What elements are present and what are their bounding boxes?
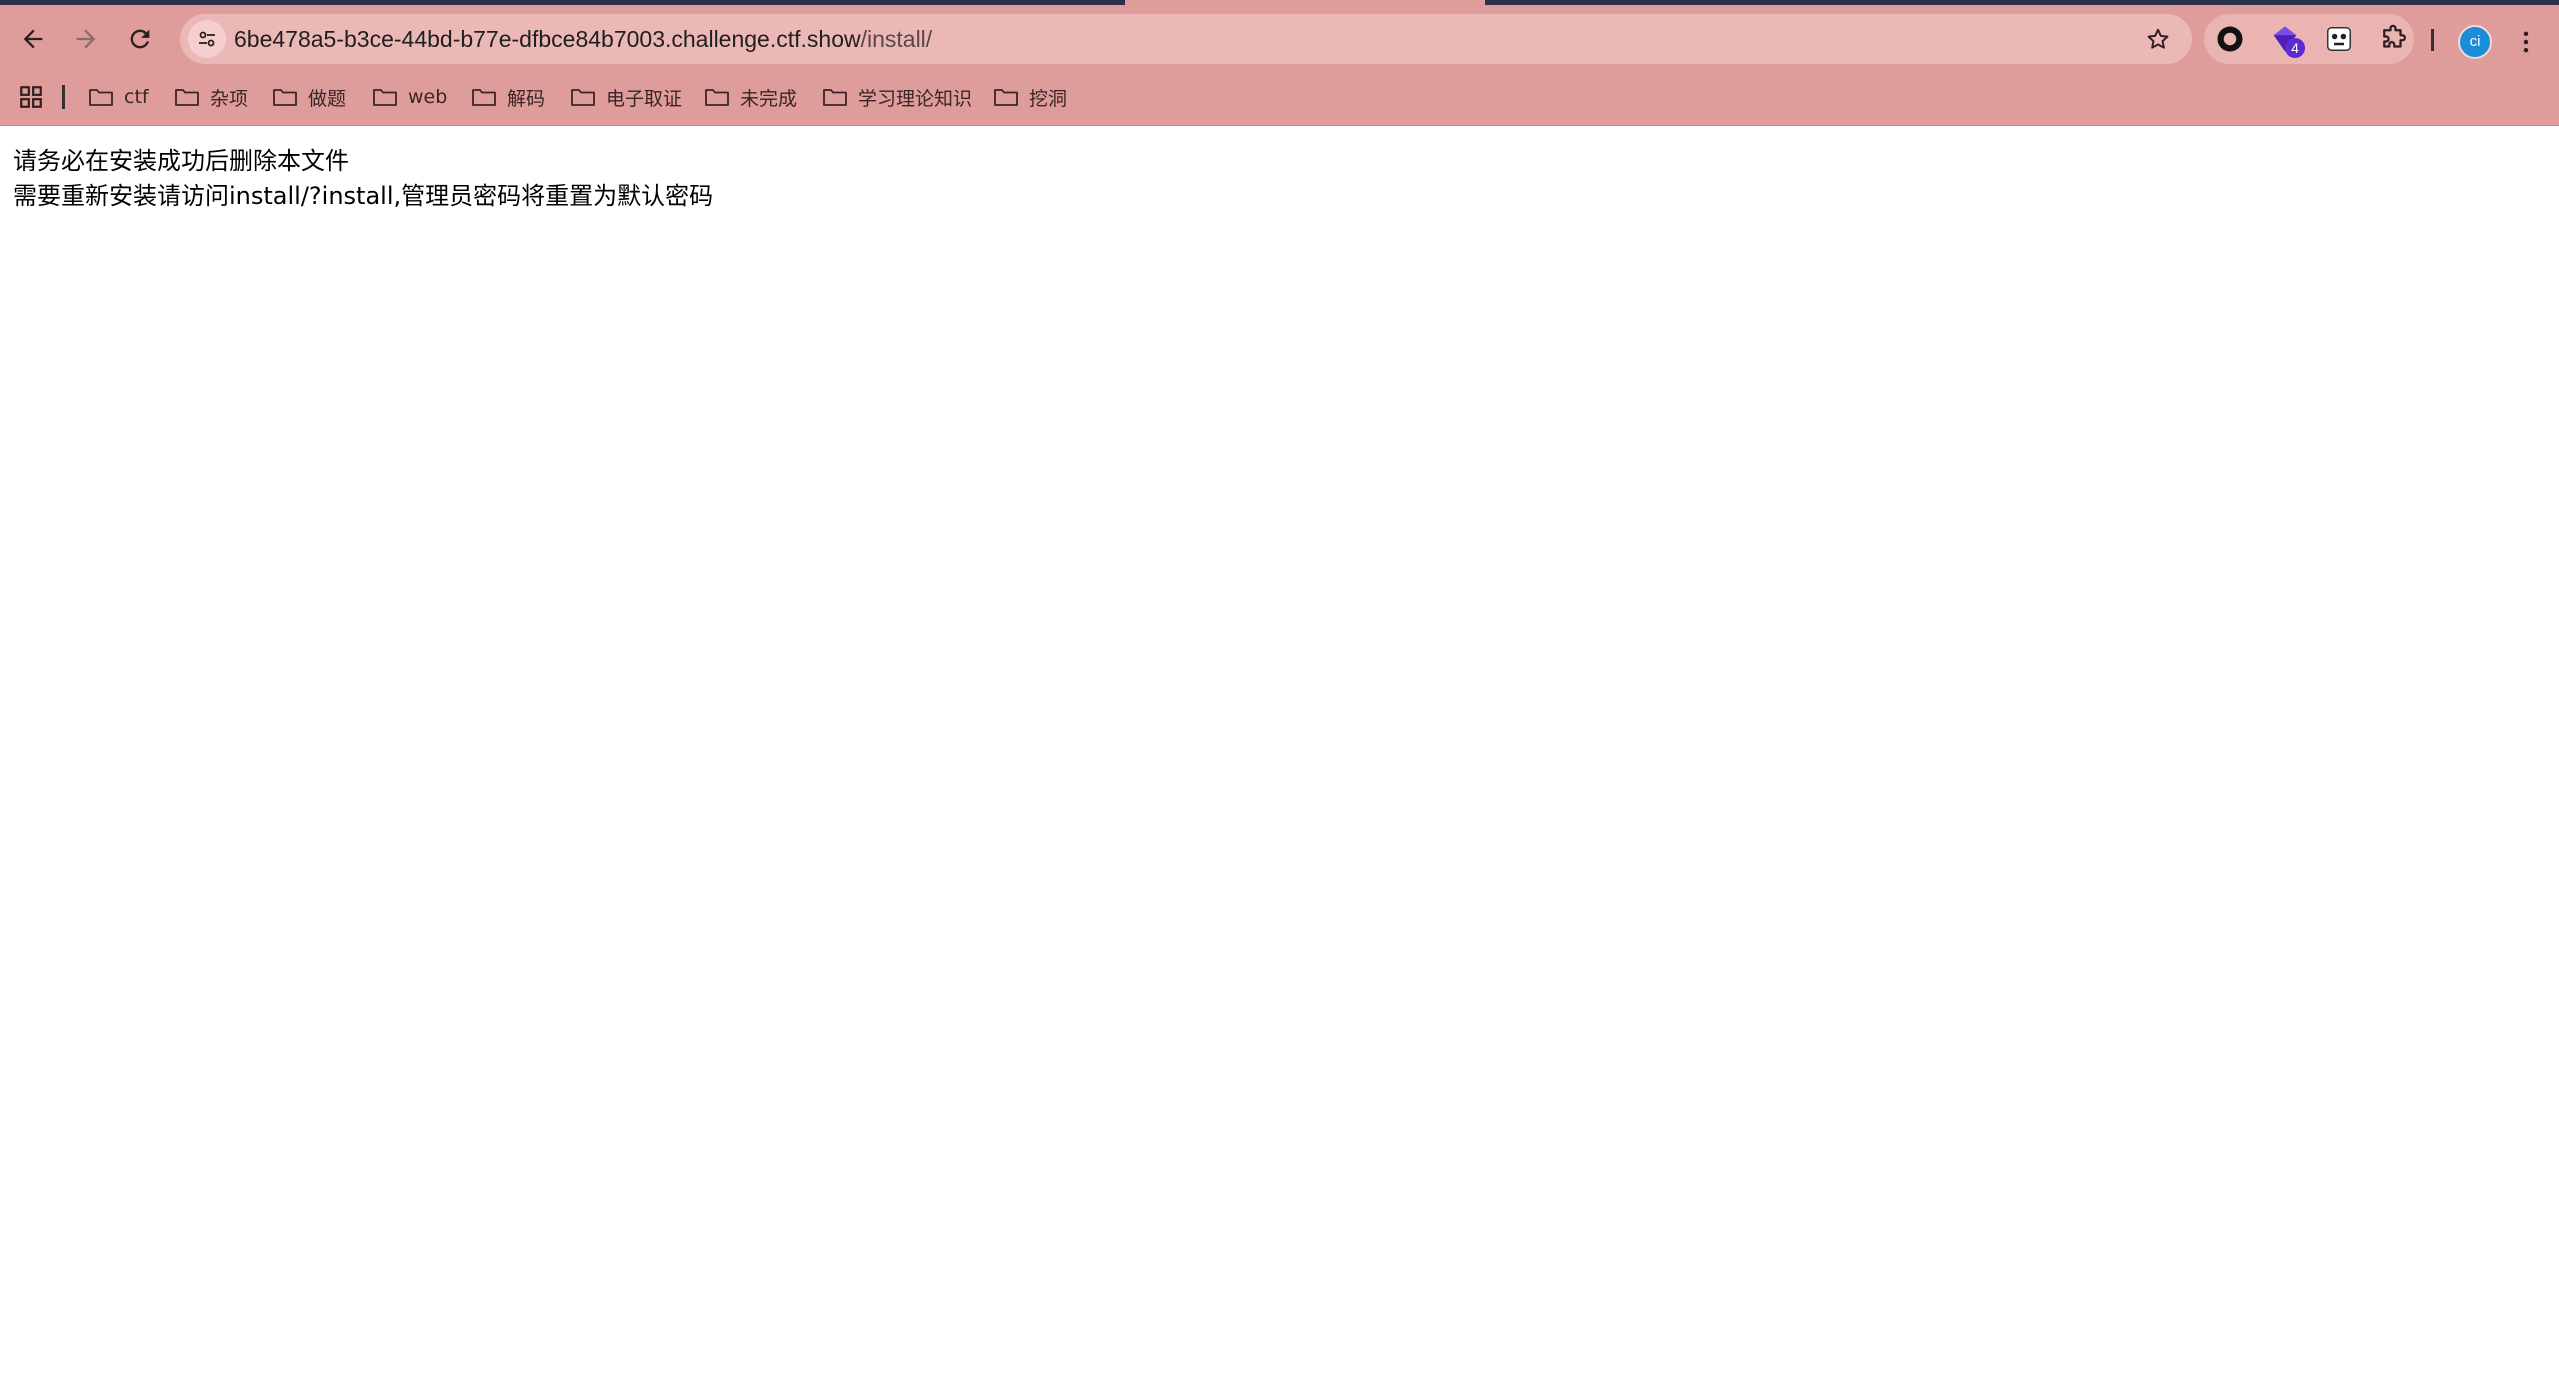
- apps-grid-icon: [20, 86, 42, 108]
- puzzle-icon: [2383, 24, 2406, 48]
- arrow-left-icon: [23, 29, 43, 49]
- bookmark-star-button[interactable]: [2142, 23, 2174, 55]
- browser-chrome: 6be478a5-b3ce-44bd-b77e-dfbce84b7003.cha…: [0, 0, 2559, 126]
- bookmark-folder[interactable]: web: [372, 78, 447, 116]
- forward-button[interactable]: [66, 19, 106, 59]
- folder-icon: [705, 89, 729, 106]
- tune-icon: [199, 31, 215, 47]
- folder-icon: [373, 89, 397, 106]
- bookmark-label: web: [408, 86, 448, 108]
- reload-button[interactable]: [120, 19, 160, 59]
- extensions-menu-button[interactable]: [2373, 19, 2413, 59]
- bookmarks-bar: ctf 杂项 做题 web 解码 电子取证 未完成 学习理论知识 挖洞: [0, 74, 2559, 120]
- url-path: /install/: [860, 26, 933, 52]
- bookmark-label: 杂项: [210, 87, 249, 110]
- bookmark-folder[interactable]: 学习理论知识: [822, 78, 972, 116]
- panda-icon: [2327, 27, 2351, 51]
- bookmark-label: 解码: [507, 87, 546, 110]
- star-outline-icon: [2147, 28, 2169, 49]
- profile-avatar[interactable]: ci: [2458, 25, 2492, 59]
- url-text[interactable]: 6be478a5-b3ce-44bd-b77e-dfbce84b7003.cha…: [234, 14, 932, 64]
- reinstall-instructions-text: 需要重新安装请访问install/?install,管理员密码将重置为默认密码: [13, 182, 714, 210]
- url-host: 6be478a5-b3ce-44bd-b77e-dfbce84b7003.cha…: [234, 26, 861, 52]
- circle-record-icon: [2217, 26, 2243, 52]
- kebab-menu-icon: [2523, 31, 2529, 53]
- bookmark-folder[interactable]: ctf: [88, 78, 149, 116]
- folder-icon: [571, 89, 595, 106]
- back-button[interactable]: [13, 19, 53, 59]
- extension-record-button[interactable]: [2210, 19, 2250, 59]
- apps-button[interactable]: [16, 82, 46, 112]
- bookmark-folder[interactable]: 杂项: [174, 78, 248, 116]
- bookmark-label: 未完成: [740, 87, 798, 110]
- folder-icon: [273, 89, 297, 106]
- browser-menu-button[interactable]: [2510, 22, 2542, 62]
- folder-icon: [89, 89, 113, 106]
- reload-icon: [130, 29, 150, 49]
- arrow-right-icon: [76, 29, 96, 49]
- folder-icon: [823, 89, 847, 106]
- bookmarks-divider: [62, 85, 65, 109]
- toolbar-divider: [2431, 29, 2434, 51]
- install-warning-text: 请务必在安装成功后删除本文件: [13, 147, 349, 175]
- extension-gem-button[interactable]: 4: [2265, 19, 2305, 59]
- bookmark-folder[interactable]: 解码: [471, 78, 545, 116]
- bookmark-folder[interactable]: 未完成: [704, 78, 797, 116]
- bookmark-folder[interactable]: 做题: [272, 78, 346, 116]
- address-bar[interactable]: 6be478a5-b3ce-44bd-b77e-dfbce84b7003.cha…: [180, 14, 2192, 64]
- bookmark-label: 电子取证: [606, 87, 683, 110]
- folder-icon: [994, 89, 1018, 106]
- bookmark-label: 学习理论知识: [858, 87, 973, 110]
- folder-icon: [472, 89, 496, 106]
- bookmark-label: 挖洞: [1029, 87, 1068, 110]
- extension-badge: 4: [2285, 38, 2305, 58]
- folder-icon: [175, 89, 199, 106]
- bookmark-folder[interactable]: 挖洞: [993, 78, 1067, 116]
- extension-panda-button[interactable]: [2319, 19, 2359, 59]
- bookmark-label: ctf: [124, 86, 149, 108]
- browser-toolbar: 6be478a5-b3ce-44bd-b77e-dfbce84b7003.cha…: [0, 5, 2559, 71]
- page-content: 请务必在安装成功后删除本文件 需要重新安装请访问install/?install…: [0, 126, 2559, 1383]
- bookmark-folder[interactable]: 电子取证: [570, 78, 682, 116]
- bookmark-label: 做题: [308, 87, 347, 110]
- site-info-button[interactable]: [188, 20, 226, 58]
